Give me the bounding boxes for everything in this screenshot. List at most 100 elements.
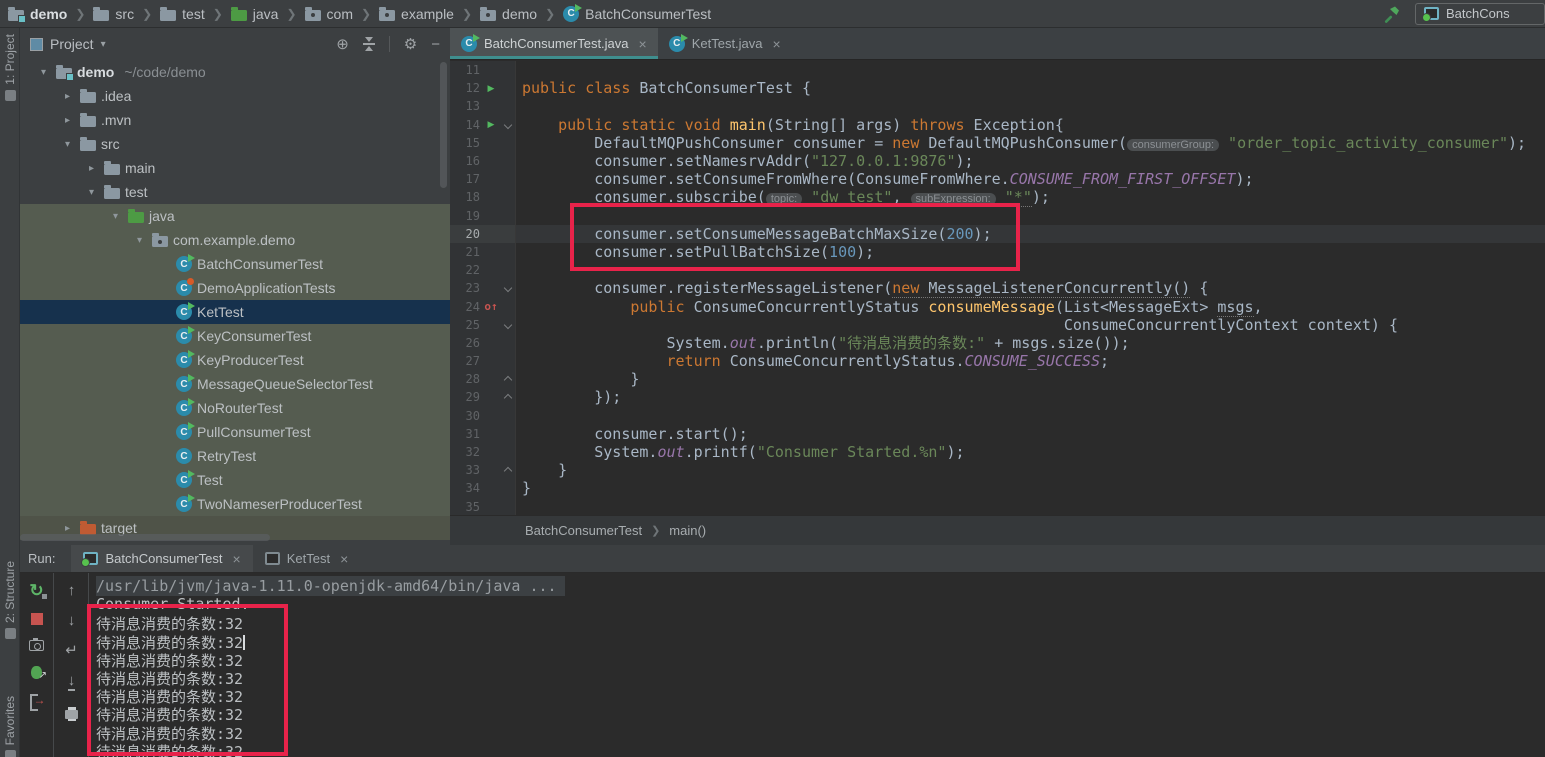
- fold-marker-icon[interactable]: [502, 461, 515, 479]
- camera-icon[interactable]: [29, 640, 44, 651]
- tool-window-button[interactable]: Favorites: [0, 696, 20, 757]
- down-icon[interactable]: ↓: [68, 613, 76, 628]
- tree-item-label: BatchConsumerTest: [197, 256, 323, 272]
- chevron-expanded-icon[interactable]: ▾: [36, 67, 51, 78]
- tree-item-retrytest[interactable]: RetryTest: [20, 444, 450, 468]
- horizontal-scrollbar[interactable]: [20, 534, 270, 541]
- hide-icon[interactable]: −: [431, 37, 440, 52]
- tree-item-test[interactable]: Test: [20, 468, 450, 492]
- chevron-collapsed-icon[interactable]: ▸: [60, 91, 75, 102]
- main-toolbar: demo❯src❯test❯java❯com❯example❯demo❯Batc…: [0, 0, 1545, 28]
- tree-item-java[interactable]: ▾java: [20, 204, 450, 228]
- breadcrumb-item[interactable]: example: [379, 6, 454, 22]
- tree-item-messagequeueselectortest[interactable]: MessageQueueSelectorTest: [20, 372, 450, 396]
- chevron-expanded-icon[interactable]: ▾: [60, 139, 75, 150]
- locate-icon[interactable]: ⊕: [336, 37, 349, 52]
- tree-item-batchconsumertest[interactable]: BatchConsumerTest: [20, 252, 450, 276]
- tree-item-pullconsumertest[interactable]: PullConsumerTest: [20, 420, 450, 444]
- breadcrumb-item[interactable]: demo: [8, 6, 67, 22]
- breadcrumb-item[interactable]: BatchConsumerTest: [563, 6, 711, 22]
- up-icon[interactable]: ↑: [68, 583, 76, 598]
- line-number: 19: [450, 209, 480, 223]
- project-tree[interactable]: ▾demo~/code/demo▸.idea▸.mvn▾src▸main▾tes…: [20, 60, 450, 545]
- code-token: [522, 298, 630, 316]
- print-icon[interactable]: [65, 710, 78, 719]
- fold-marker-icon[interactable]: [502, 316, 515, 334]
- tool-window-button[interactable]: 2: Structure: [0, 561, 20, 639]
- run-tab-kettest[interactable]: KetTest×: [253, 545, 361, 572]
- close-icon[interactable]: ×: [773, 36, 781, 52]
- close-icon[interactable]: ×: [340, 551, 348, 567]
- code-line: 28 }: [450, 370, 1545, 388]
- chevron-right-icon: ❯: [361, 7, 371, 21]
- fold-marker-icon[interactable]: [502, 116, 515, 134]
- tree-item--idea[interactable]: ▸.idea: [20, 84, 450, 108]
- run-tab-batchconsumertest[interactable]: BatchConsumerTest×: [71, 545, 252, 572]
- scroll-end-icon[interactable]: ↓: [68, 673, 76, 691]
- soft-wrap-icon[interactable]: ↵: [65, 643, 78, 658]
- run-line-icon[interactable]: ▶: [480, 119, 502, 130]
- collapse-all-icon[interactable]: [363, 37, 375, 51]
- breadcrumb-item[interactable]: demo: [480, 6, 537, 22]
- chevron-collapsed-icon[interactable]: ▸: [84, 163, 99, 174]
- attach-icon[interactable]: [31, 666, 42, 679]
- run-arrow-icon[interactable]: ▶: [488, 83, 495, 93]
- editor-gutter: 30: [450, 407, 516, 425]
- code-editor[interactable]: 1112▶public class BatchConsumerTest {131…: [450, 60, 1545, 515]
- vertical-scrollbar[interactable]: [440, 62, 447, 188]
- editor-tab-batchconsumertest-java[interactable]: BatchConsumerTest.java×: [450, 28, 658, 59]
- tree-item-kettest[interactable]: KetTest: [20, 300, 450, 324]
- exit-icon[interactable]: [30, 694, 44, 707]
- tree-item-test[interactable]: ▾test: [20, 180, 450, 204]
- line-number: 20: [450, 227, 480, 241]
- chevron-collapsed-icon[interactable]: ▸: [60, 523, 75, 534]
- chevron-down-icon[interactable]: ▾: [101, 39, 106, 50]
- fold-slot: [502, 261, 515, 279]
- chevron-expanded-icon[interactable]: ▾: [132, 235, 147, 246]
- code-line: 24o↑ public ConsumeConcurrentlyStatus co…: [450, 297, 1545, 315]
- run-arrow-icon[interactable]: ▶: [488, 119, 495, 129]
- chevron-expanded-icon[interactable]: ▾: [84, 187, 99, 198]
- editor-tab-kettest-java[interactable]: KetTest.java ×: [658, 28, 792, 59]
- override-icon[interactable]: o↑: [484, 300, 497, 313]
- close-icon[interactable]: ×: [639, 36, 647, 52]
- fold-marker-icon[interactable]: [502, 279, 515, 297]
- project-panel-title: Project: [50, 36, 94, 52]
- tree-item-noroutertest[interactable]: NoRouterTest: [20, 396, 450, 420]
- breadcrumb-item[interactable]: com: [305, 6, 353, 22]
- breadcrumb-item[interactable]: test: [160, 6, 205, 22]
- breadcrumb-item[interactable]: java: [231, 6, 279, 22]
- editor-area[interactable]: BatchConsumerTest.java× KetTest.java × 111…: [450, 28, 1545, 545]
- run-configuration-selector[interactable]: BatchCons: [1415, 3, 1545, 25]
- editor-breadcrumb-item[interactable]: main(): [669, 523, 706, 538]
- toolbar-divider: [389, 36, 390, 52]
- breadcrumb-item[interactable]: src: [93, 6, 134, 22]
- tree-item-src[interactable]: ▾src: [20, 132, 450, 156]
- settings-icon[interactable]: ⚙: [404, 37, 417, 52]
- build-hammer-icon[interactable]: [1381, 4, 1401, 24]
- tree-item-twonameserproducertest[interactable]: TwoNameserProducerTest: [20, 492, 450, 516]
- tree-item-main[interactable]: ▸main: [20, 156, 450, 180]
- stop-icon[interactable]: [31, 613, 43, 625]
- chevron-expanded-icon[interactable]: ▾: [108, 211, 123, 222]
- editor-tab-label: KetTest.java: [692, 36, 763, 51]
- console-output[interactable]: /usr/lib/jvm/java-1.11.0-openjdk-amd64/b…: [90, 573, 1545, 757]
- tree-item--mvn[interactable]: ▸.mvn: [20, 108, 450, 132]
- editor-breadcrumb-item[interactable]: BatchConsumerTest: [525, 523, 642, 538]
- tree-item-keyconsumertest[interactable]: KeyConsumerTest: [20, 324, 450, 348]
- fold-marker-icon[interactable]: [502, 370, 515, 388]
- tree-item-demoapplicationtests[interactable]: DemoApplicationTests: [20, 276, 450, 300]
- close-icon[interactable]: ×: [233, 551, 241, 567]
- tree-item-com-example-demo[interactable]: ▾com.example.demo: [20, 228, 450, 252]
- tree-item-keyproducertest[interactable]: KeyProducerTest: [20, 348, 450, 372]
- tool-window-button[interactable]: 1: Project: [0, 34, 20, 101]
- tree-item-demo[interactable]: ▾demo~/code/demo: [20, 60, 450, 84]
- code-token: ConsumeConcurrentlyStatus.: [721, 352, 965, 370]
- line-number: 31: [450, 427, 480, 441]
- fold-marker-icon[interactable]: [502, 388, 515, 406]
- chevron-collapsed-icon[interactable]: ▸: [60, 115, 75, 126]
- run-line-icon[interactable]: ▶: [480, 83, 502, 94]
- folder-icon: [160, 10, 176, 21]
- rerun-icon[interactable]: ↻: [29, 583, 43, 598]
- tool-window-button-label: Favorites: [3, 696, 17, 745]
